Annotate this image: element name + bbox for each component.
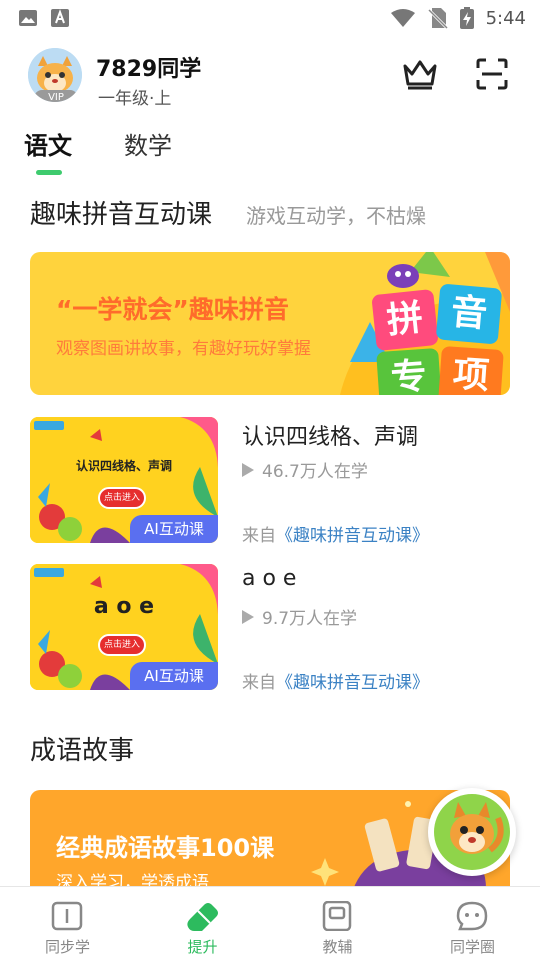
play-icon [242, 609, 254, 624]
thumbnail-title: 认识四线格、声调 [75, 459, 172, 473]
lesson-learners-count: 9.7万人在学 [262, 609, 358, 629]
nav-item-classmates[interactable]: 同学圈 [405, 887, 540, 961]
scan-icon[interactable] [476, 58, 508, 90]
nav-label: 提升 [187, 938, 218, 956]
pinyin-badge-char-3: 专 [376, 347, 442, 395]
section-subtitle-pinyin: 游戏互动学，不枯燥 [246, 204, 426, 228]
lesson-source-prefix: 来自 [242, 526, 276, 546]
section-title-pinyin: 趣味拼音互动课 [30, 200, 213, 230]
lesson-thumbnail[interactable]: 认识四线格、声调 点击进入 AI互动课 [30, 417, 218, 543]
lesson-learners: 46.7万人在学 [242, 457, 368, 482]
gallery-notification-icon [19, 10, 37, 26]
lesson-source-link[interactable]: 《趣味拼音互动课》 [276, 673, 429, 693]
nav-item-improve[interactable]: 提升 [135, 887, 270, 961]
user-name: 7829同学 [96, 57, 202, 82]
lesson-card[interactable]: a o e 点击进入 AI互动课 a o e 9.7万人在学 来自《趣味拼音互动… [30, 564, 510, 693]
book-icon [51, 901, 83, 931]
pinyin-badge-char-1: 拼 [371, 288, 439, 352]
chat-bubble-icon [456, 901, 488, 931]
tab-math[interactable]: 数学 [124, 126, 172, 161]
workbook-icon [322, 901, 352, 931]
ai-lesson-badge: AI互动课 [130, 662, 218, 690]
lesson-learners-count: 46.7万人在学 [262, 462, 368, 482]
profile-header: VIP 7829同学 一年级·上 [28, 48, 512, 109]
battery-charging-icon [459, 7, 474, 29]
lesson-source-prefix: 来自 [242, 673, 276, 693]
section-title-idiom: 成语故事 [30, 736, 135, 766]
crown-icon[interactable] [402, 58, 438, 90]
nav-label: 同步学 [44, 938, 90, 956]
pinyin-banner-subtitle: 观察图画讲故事，有趣好玩好掌握 [56, 339, 311, 359]
nav-item-sync-learn[interactable]: 同步学 [0, 887, 135, 961]
eraser-icon [187, 903, 218, 931]
thumbnail-enter-button: 点击进入 [98, 487, 146, 509]
lesson-source-link[interactable]: 《趣味拼音互动课》 [276, 526, 429, 546]
wifi-icon [390, 9, 415, 27]
ai-lesson-badge: AI互动课 [130, 515, 218, 543]
pinyin-badge-char-4: 项 [438, 345, 504, 395]
lesson-thumbnail[interactable]: a o e 点击进入 AI互动课 [30, 564, 218, 690]
pinyin-badge-char-2: 音 [435, 283, 503, 345]
no-sim-icon [427, 8, 448, 29]
tab-chinese[interactable]: 语文 [24, 126, 72, 161]
status-time: 5:44 [485, 7, 526, 29]
lesson-title[interactable]: 认识四线格、声调 [242, 419, 418, 451]
lesson-source: 来自《趣味拼音互动课》 [242, 668, 429, 693]
thumbnail-enter-button: 点击进入 [98, 634, 146, 656]
avatar[interactable]: VIP [28, 48, 82, 102]
nav-label: 教辅 [322, 938, 353, 956]
lesson-source: 来自《趣味拼音互动课》 [242, 521, 429, 546]
play-icon [242, 462, 254, 477]
nav-item-workbook[interactable]: 教辅 [270, 887, 405, 961]
pinyin-banner-title: “一学就会”趣味拼音 [56, 295, 289, 324]
tab-active-indicator [36, 170, 62, 175]
mascot-floating-button[interactable] [428, 788, 516, 876]
lesson-card[interactable]: 认识四线格、声调 点击进入 AI互动课 认识四线格、声调 46.7万人在学 来自… [30, 417, 510, 546]
idiom-banner-title: 经典成语故事100课 [56, 834, 275, 862]
nav-label: 同学圈 [449, 938, 495, 956]
vip-badge: VIP [34, 90, 78, 102]
app-notification-icon [51, 9, 69, 27]
squirrel-mascot-icon [434, 794, 510, 870]
thumbnail-title: a o e [93, 594, 155, 619]
status-bar: 5:44 [0, 0, 540, 36]
lesson-learners: 9.7万人在学 [242, 604, 357, 629]
bottom-nav: 同步学 提升 教辅 同学圈 [0, 886, 540, 960]
pinyin-banner[interactable]: “一学就会”趣味拼音 观察图画讲故事，有趣好玩好掌握 拼 音 专 项 [30, 252, 510, 395]
lesson-title[interactable]: a o e [242, 566, 296, 591]
user-grade[interactable]: 一年级·上 [98, 84, 171, 109]
